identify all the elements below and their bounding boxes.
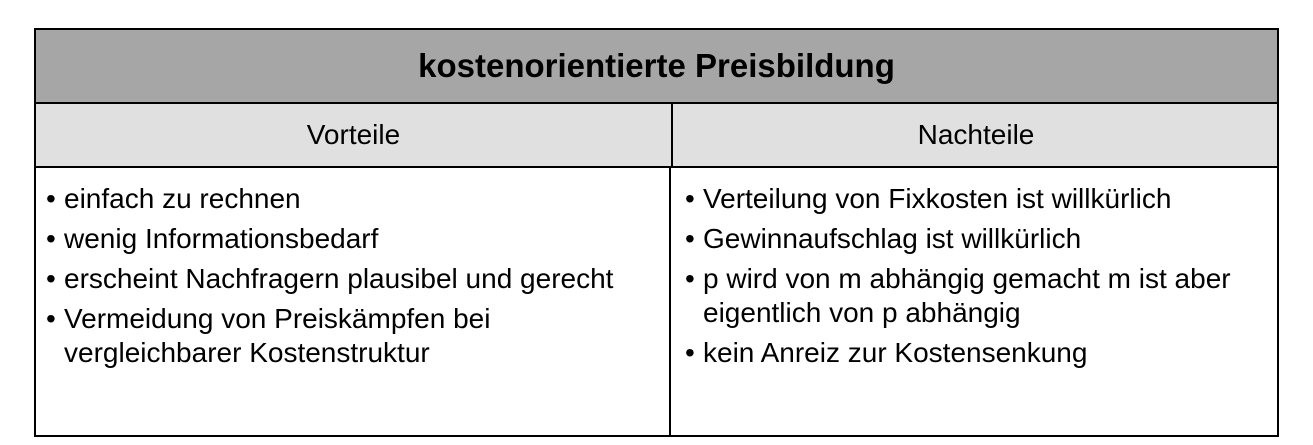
list-item: p wird von m abhängig gemacht m ist aber… xyxy=(685,262,1277,330)
list-item: Verteilung von Fixkosten ist willkürlich xyxy=(685,182,1277,216)
pricing-table: kostenorientierte Preisbildung Vorteile … xyxy=(34,28,1279,437)
header-row: Vorteile Nachteile xyxy=(36,104,1277,168)
list-item: Vermeidung von Preiskämpfen bei vergleic… xyxy=(46,302,669,370)
body-row: einfach zu rechnen wenig Informationsbed… xyxy=(36,168,1277,437)
list-item: wenig Informationsbedarf xyxy=(46,222,669,256)
nachteile-list: Verteilung von Fixkosten ist willkürlich… xyxy=(685,182,1277,370)
vorteile-cell: einfach zu rechnen wenig Informationsbed… xyxy=(36,168,671,437)
header-vorteile: Vorteile xyxy=(36,104,673,166)
list-item: erscheint Nachfragern plausibel und gere… xyxy=(46,262,669,296)
list-item: kein Anreiz zur Kostensenkung xyxy=(685,336,1277,370)
list-item: Gewinnaufschlag ist willkürlich xyxy=(685,222,1277,256)
table-title: kostenorientierte Preisbildung xyxy=(36,30,1277,104)
header-nachteile: Nachteile xyxy=(917,119,1035,150)
vorteile-list: einfach zu rechnen wenig Informationsbed… xyxy=(46,182,669,370)
nachteile-cell: Verteilung von Fixkosten ist willkürlich… xyxy=(671,168,1277,437)
list-item: einfach zu rechnen xyxy=(46,182,669,216)
